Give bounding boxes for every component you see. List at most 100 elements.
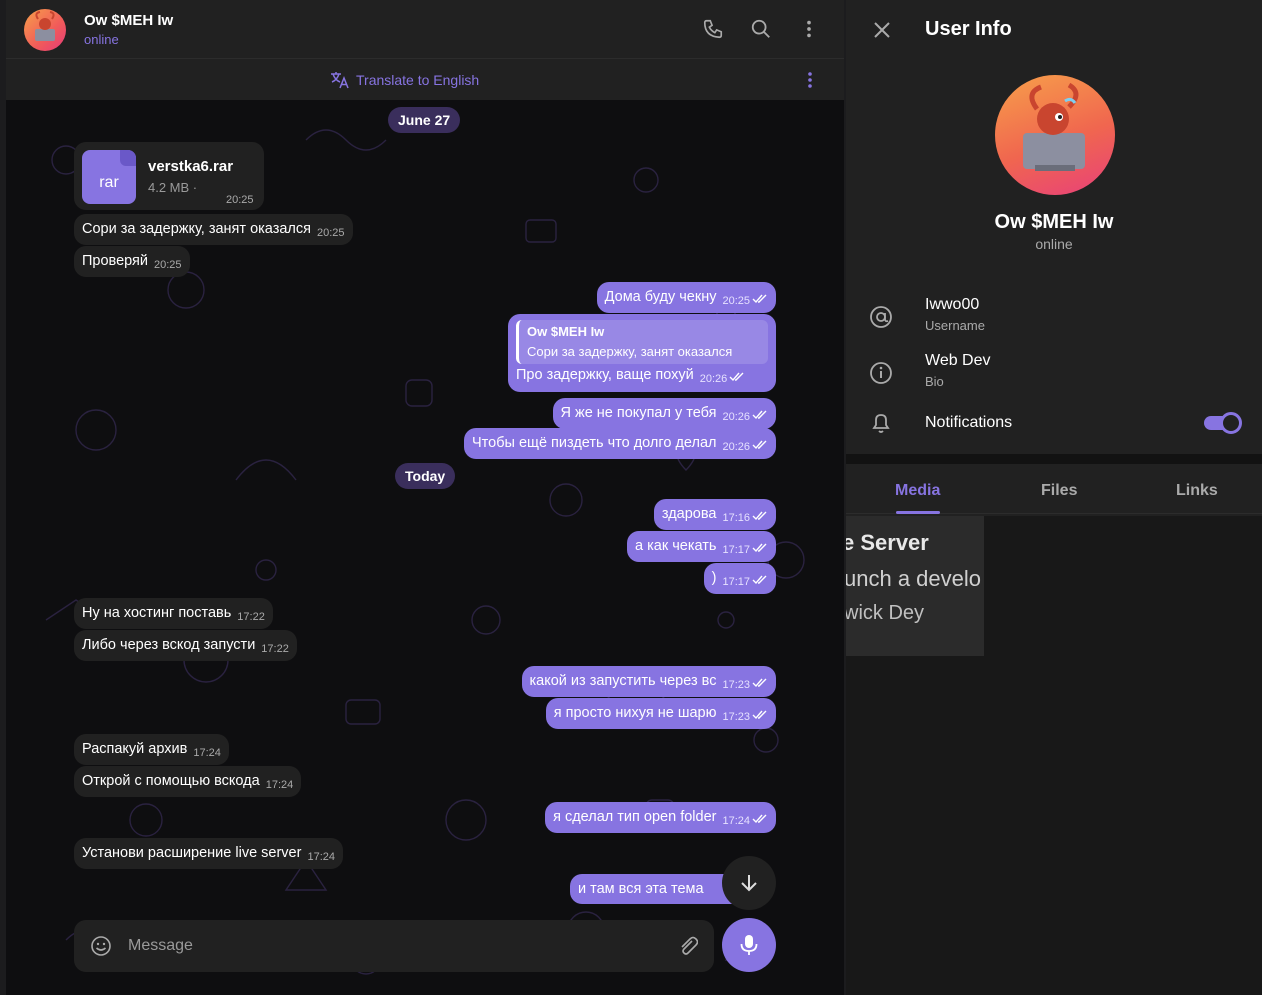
profile-status: online [1035, 236, 1073, 252]
message-text: Дома буду чекну [604, 289, 717, 305]
translate-label[interactable]: Translate to English [356, 72, 479, 88]
message-text: Про задержку, ваще похуй [516, 367, 694, 383]
message-time: 17:17 [722, 544, 750, 556]
message-time: 20:25 [154, 259, 182, 271]
bio-value: Web Dev [925, 352, 991, 369]
message-time: 17:23 [722, 679, 750, 691]
read-checkmarks-icon [752, 678, 767, 688]
translate-bar: Translate to English [6, 58, 844, 100]
message-time: 17:24 [722, 815, 750, 827]
file-size: 4.2 MB · [148, 180, 198, 195]
at-sign-icon [870, 306, 892, 328]
message-outgoing[interactable]: Я же не покупал у тебя 20:26 [552, 398, 776, 429]
message-text: Установи расширение live server [82, 845, 302, 861]
media-thumbnail[interactable]: e Server unch a develo wick Dey [846, 516, 984, 656]
read-checkmarks-icon [752, 440, 767, 450]
message-text: Либо через вскод запусти [82, 637, 256, 653]
microphone-icon [740, 935, 758, 955]
username-row[interactable]: Iwwo00 Username [846, 294, 1262, 350]
message-time: 17:24 [265, 779, 294, 791]
message-time: 20:25 [226, 194, 254, 206]
message-incoming[interactable]: Сори за задержку, занят оказался 20:25 [74, 214, 353, 245]
reply-quote[interactable]: Ow $MEH Iw Сори за задержку, занят оказа… [516, 320, 768, 364]
notifications-row[interactable]: Notifications [846, 402, 1262, 458]
message-time: 17:22 [237, 611, 265, 623]
message-outgoing[interactable]: я сделал тип open folder 17:24 [545, 802, 776, 833]
panel-title: User Info [925, 18, 1012, 40]
message-outgoing[interactable]: Чтобы ещё пиздеть что долго делал 20:26 [463, 428, 776, 459]
bell-icon [872, 414, 890, 433]
date-separator: June 27 [388, 107, 461, 133]
message-text: Ну на хостинг поставь [82, 605, 232, 621]
username-label: Username [925, 318, 985, 333]
tab-files[interactable]: Files [1041, 482, 1077, 500]
section-divider [846, 454, 1262, 464]
message-text: Сори за задержку, занят оказался [82, 221, 311, 237]
message-outgoing[interactable]: я просто нихуя не шарю 17:23 [545, 698, 776, 729]
message-text: ) [711, 570, 717, 586]
message-input[interactable] [128, 934, 648, 958]
username-value: Iwwo00 [925, 296, 980, 313]
message-composer[interactable] [74, 920, 714, 972]
contact-status: online [84, 32, 119, 47]
read-checkmarks-icon [752, 814, 767, 824]
chat-header[interactable]: Ow $MEH Iw online [6, 0, 844, 58]
read-checkmarks-icon [752, 575, 767, 585]
message-text: Чтобы ещё пиздеть что долго делал [471, 435, 717, 451]
message-incoming[interactable]: Открой с помощью вскода 17:24 [74, 766, 302, 797]
more-menu-icon[interactable] [798, 18, 820, 40]
profile-avatar[interactable] [995, 75, 1115, 195]
message-incoming[interactable]: Распакуй архив 17:24 [74, 734, 229, 765]
phone-icon[interactable] [702, 18, 724, 40]
user-info-header: User Info [846, 0, 1262, 60]
message-text: я сделал тип open folder [553, 809, 717, 825]
message-text: а как чекать [635, 538, 717, 554]
message-text: Проверяй [82, 253, 149, 269]
message-time: 20:26 [722, 441, 750, 453]
file-message[interactable]: rar verstka6.rar 4.2 MB · 20:25 [74, 142, 264, 210]
message-outgoing[interactable]: Дома буду чекну 20:25 [596, 282, 776, 313]
user-info-panel: User Info Ow $MEH Iw online Iwwo00 Usern… [846, 0, 1262, 995]
message-outgoing[interactable]: а как чекать 17:17 [627, 531, 776, 562]
message-text: какой из запустить через вс [529, 673, 717, 689]
contact-avatar[interactable] [24, 9, 66, 51]
tab-media[interactable]: Media [895, 482, 940, 500]
attach-icon[interactable] [676, 935, 698, 957]
message-incoming[interactable]: Проверяй 20:25 [74, 246, 190, 277]
file-extension: rar [99, 174, 119, 191]
profile-name: Ow $MEH Iw [994, 211, 1114, 233]
message-outgoing[interactable]: здарова 17:16 [653, 499, 776, 530]
close-icon[interactable] [872, 20, 892, 40]
notifications-toggle[interactable] [1204, 412, 1242, 434]
message-time: 17:22 [261, 643, 289, 655]
scroll-to-bottom-button[interactable] [722, 856, 776, 910]
tab-links[interactable]: Links [1176, 482, 1218, 500]
search-icon[interactable] [750, 18, 772, 40]
message-time: 17:23 [722, 711, 750, 723]
bio-row[interactable]: Web Dev Bio [846, 350, 1262, 406]
info-icon [870, 362, 892, 384]
translate-button[interactable]: Translate to English [330, 71, 479, 89]
translate-options-icon[interactable] [800, 70, 820, 90]
message-time: 17:24 [307, 851, 335, 863]
message-incoming[interactable]: Либо через вскод запусти 17:22 [74, 630, 297, 661]
message-incoming[interactable]: Установи расширение live server 17:24 [74, 838, 343, 869]
file-name: verstka6.rar [148, 158, 234, 175]
message-outgoing[interactable]: ) 17:17 [703, 563, 776, 594]
bio-label: Bio [925, 374, 944, 389]
message-outgoing[interactable]: какой из запустить через вс 17:23 [521, 666, 776, 697]
reply-quote-author: Ow $MEH Iw [527, 324, 605, 339]
message-incoming[interactable]: Ну на хостинг поставь 17:22 [74, 598, 273, 629]
file-icon[interactable]: rar [82, 150, 136, 204]
message-time: 20:26 [699, 373, 728, 385]
voice-message-button[interactable] [722, 918, 776, 972]
emoji-icon[interactable] [90, 935, 112, 957]
media-tabs: Media Files Links [846, 464, 1262, 514]
date-separator: Today [395, 463, 456, 489]
notifications-label: Notifications [925, 414, 1013, 431]
read-checkmarks-icon [752, 710, 767, 720]
contact-name[interactable]: Ow $MEH Iw [84, 12, 173, 29]
read-checkmarks-icon [752, 410, 767, 420]
message-outgoing-reply[interactable]: Ow $MEH Iw Сори за задержку, занят оказа… [508, 314, 776, 392]
message-text: и там вся эта тема [578, 881, 704, 897]
